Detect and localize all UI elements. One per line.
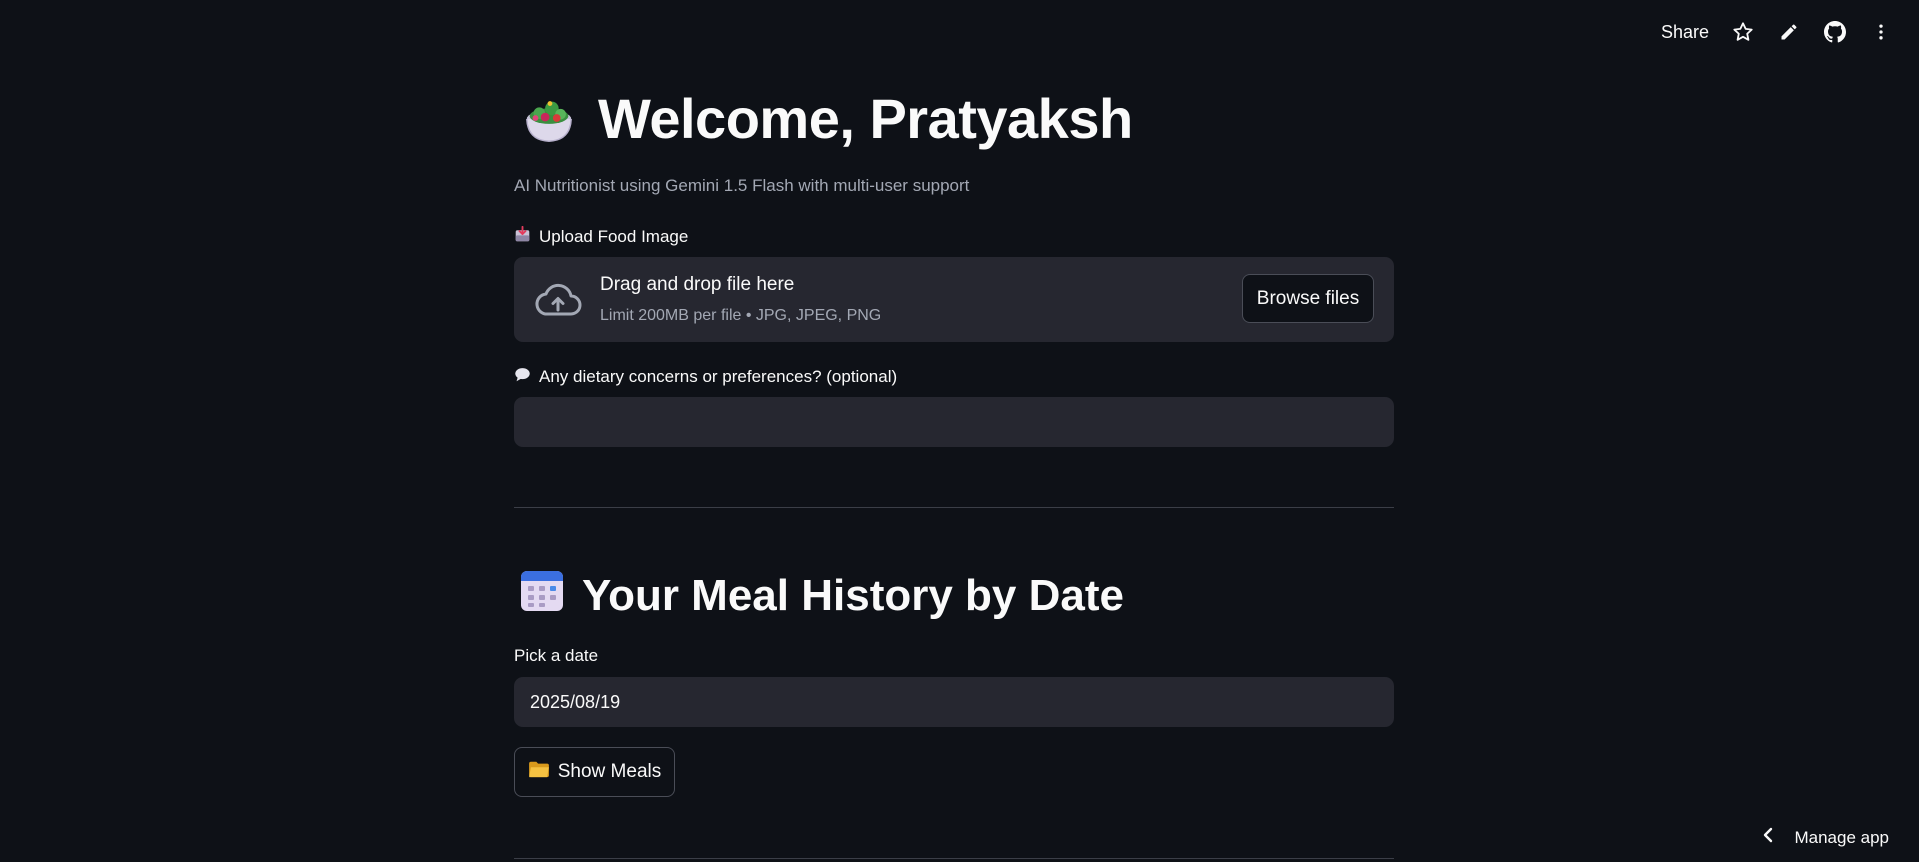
cloud-upload-icon bbox=[534, 281, 582, 319]
app-subtitle: AI Nutritionist using Gemini 1.5 Flash w… bbox=[514, 176, 970, 195]
star-icon[interactable] bbox=[1731, 20, 1755, 44]
chevron-left-icon bbox=[1762, 827, 1774, 848]
more-vertical-icon[interactable] bbox=[1869, 20, 1893, 44]
meal-history-title: Your Meal History by Date bbox=[582, 570, 1124, 620]
concerns-label-text: Any dietary concerns or preferences? (op… bbox=[539, 367, 898, 386]
folder-icon bbox=[528, 760, 550, 784]
meal-history-heading: Your Meal History by Date bbox=[518, 566, 1124, 625]
upload-label-text: Upload Food Image bbox=[539, 227, 689, 246]
show-meals-label: Show Meals bbox=[557, 761, 662, 782]
upload-label: Upload Food Image bbox=[514, 225, 689, 248]
app-toolbar: Share bbox=[1661, 18, 1893, 46]
pencil-icon[interactable] bbox=[1777, 20, 1801, 44]
date-picker-label: Pick a date bbox=[514, 646, 599, 665]
manage-app-label: Manage app bbox=[1794, 827, 1889, 847]
section-divider bbox=[514, 507, 1394, 508]
share-button[interactable]: Share bbox=[1661, 22, 1709, 43]
github-icon[interactable] bbox=[1823, 20, 1847, 44]
welcome-heading: Welcome, Pratyaksh bbox=[598, 87, 1133, 150]
file-dropzone[interactable]: Drag and drop file here Limit 200MB per … bbox=[514, 257, 1394, 342]
speech-bubble-icon bbox=[514, 366, 531, 388]
date-picker-input[interactable]: 2025/08/19 bbox=[514, 677, 1394, 727]
page-title: Welcome, Pratyaksh bbox=[518, 86, 1133, 151]
inbox-tray-icon bbox=[514, 225, 531, 248]
browse-files-button[interactable]: Browse files bbox=[1242, 274, 1374, 323]
calendar-icon bbox=[518, 566, 566, 625]
manage-app-button[interactable]: Manage app bbox=[1762, 827, 1889, 848]
dropzone-limit: Limit 200MB per file • JPG, JPEG, PNG bbox=[600, 307, 882, 324]
dropzone-title: Drag and drop file here bbox=[600, 274, 795, 295]
section-divider-bottom bbox=[514, 858, 1394, 859]
show-meals-button[interactable]: Show Meals bbox=[514, 747, 675, 797]
dietary-concerns-input[interactable] bbox=[514, 397, 1394, 447]
date-value: 2025/08/19 bbox=[530, 691, 621, 712]
salad-bowl-icon bbox=[518, 88, 580, 150]
concerns-label: Any dietary concerns or preferences? (op… bbox=[514, 366, 897, 388]
